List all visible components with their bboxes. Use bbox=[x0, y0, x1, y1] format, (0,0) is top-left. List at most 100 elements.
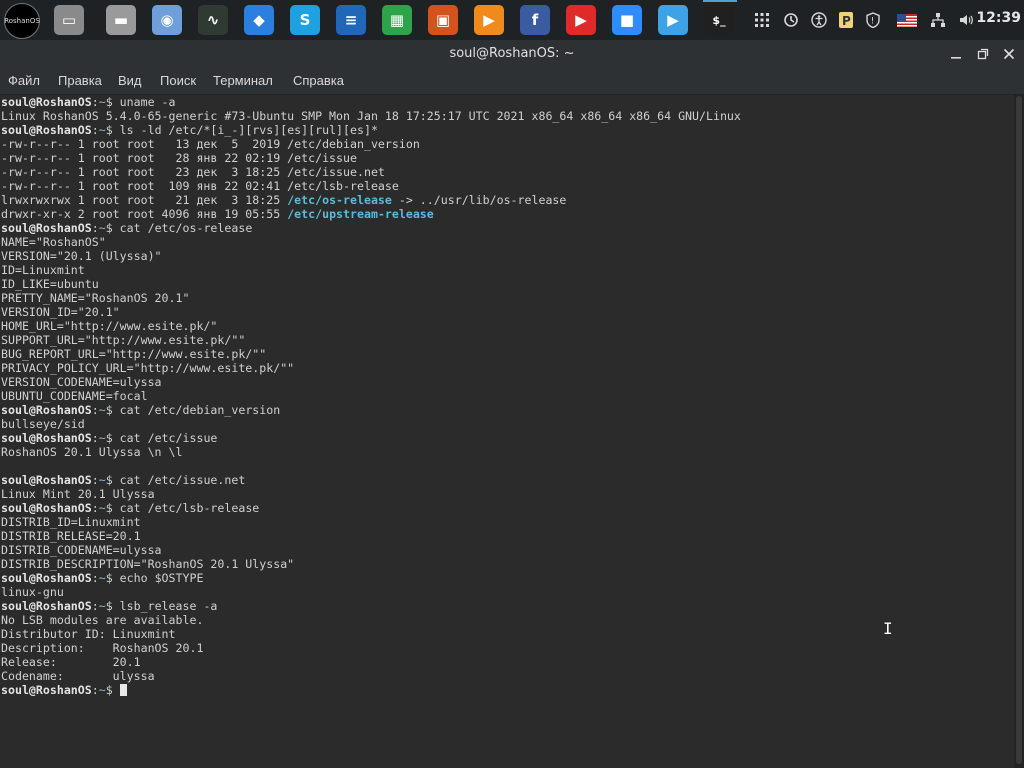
prompt-path: ~ bbox=[98, 599, 106, 613]
prompt-path: ~ bbox=[98, 571, 106, 585]
menu-terminal[interactable]: Терминал bbox=[213, 73, 273, 88]
youtube-app-glyph: ▶ bbox=[575, 11, 587, 29]
output-line: DISTRIB_DESCRIPTION="RoshanOS 20.1 Ulyss… bbox=[1, 557, 741, 571]
system-monitor-app-icon[interactable]: ∿ bbox=[198, 5, 228, 35]
top-panel: RoshanOS ▭ ▬ ◉ ∿ ◆ S ≡ ▦ ▣ ▶ f ▶ ■ ▶ $_ P ! 12:39 bbox=[0, 0, 1024, 40]
media-player-app-icon[interactable]: ▶ bbox=[474, 5, 504, 35]
menu-help[interactable]: Справка bbox=[293, 73, 344, 88]
accessibility-icon[interactable] bbox=[808, 8, 830, 32]
output-text: Release: 20.1 bbox=[1, 655, 141, 669]
dropbox-app-glyph: ◆ bbox=[253, 11, 265, 29]
command-text: $ echo $OSTYPE bbox=[105, 571, 204, 585]
shield-icon[interactable]: ! bbox=[862, 8, 884, 32]
calc-app-glyph: ▦ bbox=[389, 11, 405, 29]
output-line: VERSION_CODENAME=ulyssa bbox=[1, 375, 741, 389]
output-line: Distributor ID: Linuxmint bbox=[1, 627, 741, 641]
us-flag-icon[interactable] bbox=[896, 8, 918, 32]
window-titlebar[interactable]: soul@RoshanOS: ~ bbox=[0, 40, 1024, 68]
terminal-app-icon[interactable]: $_ bbox=[704, 5, 734, 35]
media-player-app-glyph: ▶ bbox=[483, 11, 495, 29]
prompt-sep: : bbox=[91, 599, 99, 613]
network-icon[interactable] bbox=[928, 8, 948, 32]
impress-app-glyph: ▣ bbox=[435, 11, 451, 29]
output-line: Release: 20.1 bbox=[1, 655, 741, 669]
menu-search[interactable]: Поиск bbox=[160, 73, 196, 88]
command-text: $ cat /etc/debian_version bbox=[105, 403, 281, 417]
output-line: No LSB modules are available. bbox=[1, 613, 741, 627]
prompt-line: soul@RoshanOS:~$ cat /etc/lsb-release bbox=[1, 501, 741, 515]
impress-app-icon[interactable]: ▣ bbox=[428, 5, 458, 35]
output-text: VERSION="20.1 (Ulyssa)" bbox=[1, 249, 162, 263]
output-line: HOME_URL="http://www.esite.pk/" bbox=[1, 319, 741, 333]
clock[interactable]: 12:39 bbox=[976, 10, 1021, 26]
parking-app-icon[interactable]: P bbox=[836, 8, 856, 32]
output-line: DISTRIB_ID=Linuxmint bbox=[1, 515, 741, 529]
prompt-path: ~ bbox=[98, 683, 106, 697]
facebook-app-glyph: f bbox=[531, 11, 539, 29]
files-app-icon[interactable]: ▭ bbox=[54, 5, 84, 35]
facebook-app-icon[interactable]: f bbox=[520, 5, 550, 35]
youtube-app-icon[interactable]: ▶ bbox=[566, 5, 596, 35]
app-grid-icon[interactable] bbox=[752, 8, 772, 32]
output-text: DISTRIB_ID=Linuxmint bbox=[1, 515, 141, 529]
prompt-line: soul@RoshanOS:~$ cat /etc/debian_version bbox=[1, 403, 741, 417]
prompt-user-host: soul@RoshanOS bbox=[1, 95, 92, 109]
menu-edit[interactable]: Правка bbox=[58, 73, 102, 88]
output-text: -rw-r--r-- 1 root root 23 дек 3 18:25 /e… bbox=[1, 165, 385, 179]
output-text: DISTRIB_CODENAME=ulyssa bbox=[1, 543, 162, 557]
menu-view[interactable]: Вид bbox=[118, 73, 142, 88]
output-text: PRETTY_NAME="RoshanOS 20.1" bbox=[1, 291, 190, 305]
command-text: $ cat /etc/issue.net bbox=[105, 473, 246, 487]
menu-file[interactable]: Файл bbox=[8, 73, 40, 88]
prompt-line: soul@RoshanOS:~$ lsb_release -a bbox=[1, 599, 741, 613]
terminal-output[interactable]: soul@RoshanOS:~$ uname -a Linux RoshanOS … bbox=[1, 95, 741, 697]
output-line: PRETTY_NAME="RoshanOS 20.1" bbox=[1, 291, 741, 305]
maximize-button[interactable] bbox=[973, 44, 993, 64]
output-line: RoshanOS 20.1 Ulyssa \n \l bbox=[1, 445, 741, 459]
output-line: bullseye/sid bbox=[1, 417, 741, 431]
video-app-icon[interactable]: ▶ bbox=[658, 5, 688, 35]
symlink-name: /etc/os-release bbox=[287, 193, 392, 207]
command-text: $ cat /etc/os-release bbox=[105, 221, 253, 235]
prompt-user-host: soul@RoshanOS bbox=[1, 221, 92, 235]
history-icon[interactable] bbox=[780, 8, 802, 32]
volume-icon[interactable] bbox=[955, 8, 977, 32]
prompt-line: soul@RoshanOS:~$ cat /etc/issue.net bbox=[1, 473, 741, 487]
prompt-path: ~ bbox=[98, 473, 106, 487]
output-text: Linux RoshanOS 5.4.0-65-generic #73-Ubun… bbox=[1, 109, 741, 123]
prompt-path: ~ bbox=[98, 123, 106, 137]
terminal-app-glyph: $_ bbox=[712, 13, 726, 27]
prompt-user-host: soul@RoshanOS bbox=[1, 599, 92, 613]
dropbox-app-icon[interactable]: ◆ bbox=[244, 5, 274, 35]
prompt-line: soul@RoshanOS:~$ bbox=[1, 683, 741, 697]
output-line: VERSION_ID="20.1" bbox=[1, 305, 741, 319]
output-line: -rw-r--r-- 1 root root 28 янв 22 02:19 /… bbox=[1, 151, 741, 165]
prompt-sep: : bbox=[91, 403, 99, 417]
minimize-button[interactable] bbox=[946, 44, 966, 64]
zoom-app-icon[interactable]: ■ bbox=[612, 5, 642, 35]
output-line: Linux Mint 20.1 Ulyssa bbox=[1, 487, 741, 501]
prompt-path: ~ bbox=[98, 403, 106, 417]
scrollbar-thumb[interactable] bbox=[1016, 96, 1022, 764]
symlink-name: /etc/upstream-release bbox=[287, 207, 434, 221]
prompt-user-host: soul@RoshanOS bbox=[1, 431, 92, 445]
command-text: $ cat /etc/lsb-release bbox=[105, 501, 260, 515]
writer-app-icon[interactable]: ≡ bbox=[336, 5, 366, 35]
output-line: DISTRIB_RELEASE=20.1 bbox=[1, 529, 741, 543]
prompt-sep: : bbox=[91, 123, 99, 137]
calc-app-icon[interactable]: ▦ bbox=[382, 5, 412, 35]
output-text: linux-gnu bbox=[1, 585, 64, 599]
output-text: DISTRIB_RELEASE=20.1 bbox=[1, 529, 141, 543]
folder-app-icon[interactable]: ▬ bbox=[106, 5, 136, 35]
command-text: $ cat /etc/issue bbox=[105, 431, 218, 445]
output-line: drwxr-xr-x 2 root root 4096 янв 19 05:55… bbox=[1, 207, 741, 221]
output-text: -rw-r--r-- 1 root root 13 дек 5 2019 /et… bbox=[1, 137, 420, 151]
active-app-indicator bbox=[703, 0, 737, 2]
skype-app-icon[interactable]: S bbox=[290, 5, 320, 35]
terminal-cursor bbox=[119, 684, 127, 696]
browser-app-icon[interactable]: ◉ bbox=[152, 5, 182, 35]
prompt-sep: : bbox=[91, 571, 99, 585]
close-button[interactable] bbox=[999, 44, 1019, 64]
output-line: -rw-r--r-- 1 root root 109 янв 22 02:41 … bbox=[1, 179, 741, 193]
roshanos-logo[interactable]: RoshanOS bbox=[4, 3, 40, 39]
